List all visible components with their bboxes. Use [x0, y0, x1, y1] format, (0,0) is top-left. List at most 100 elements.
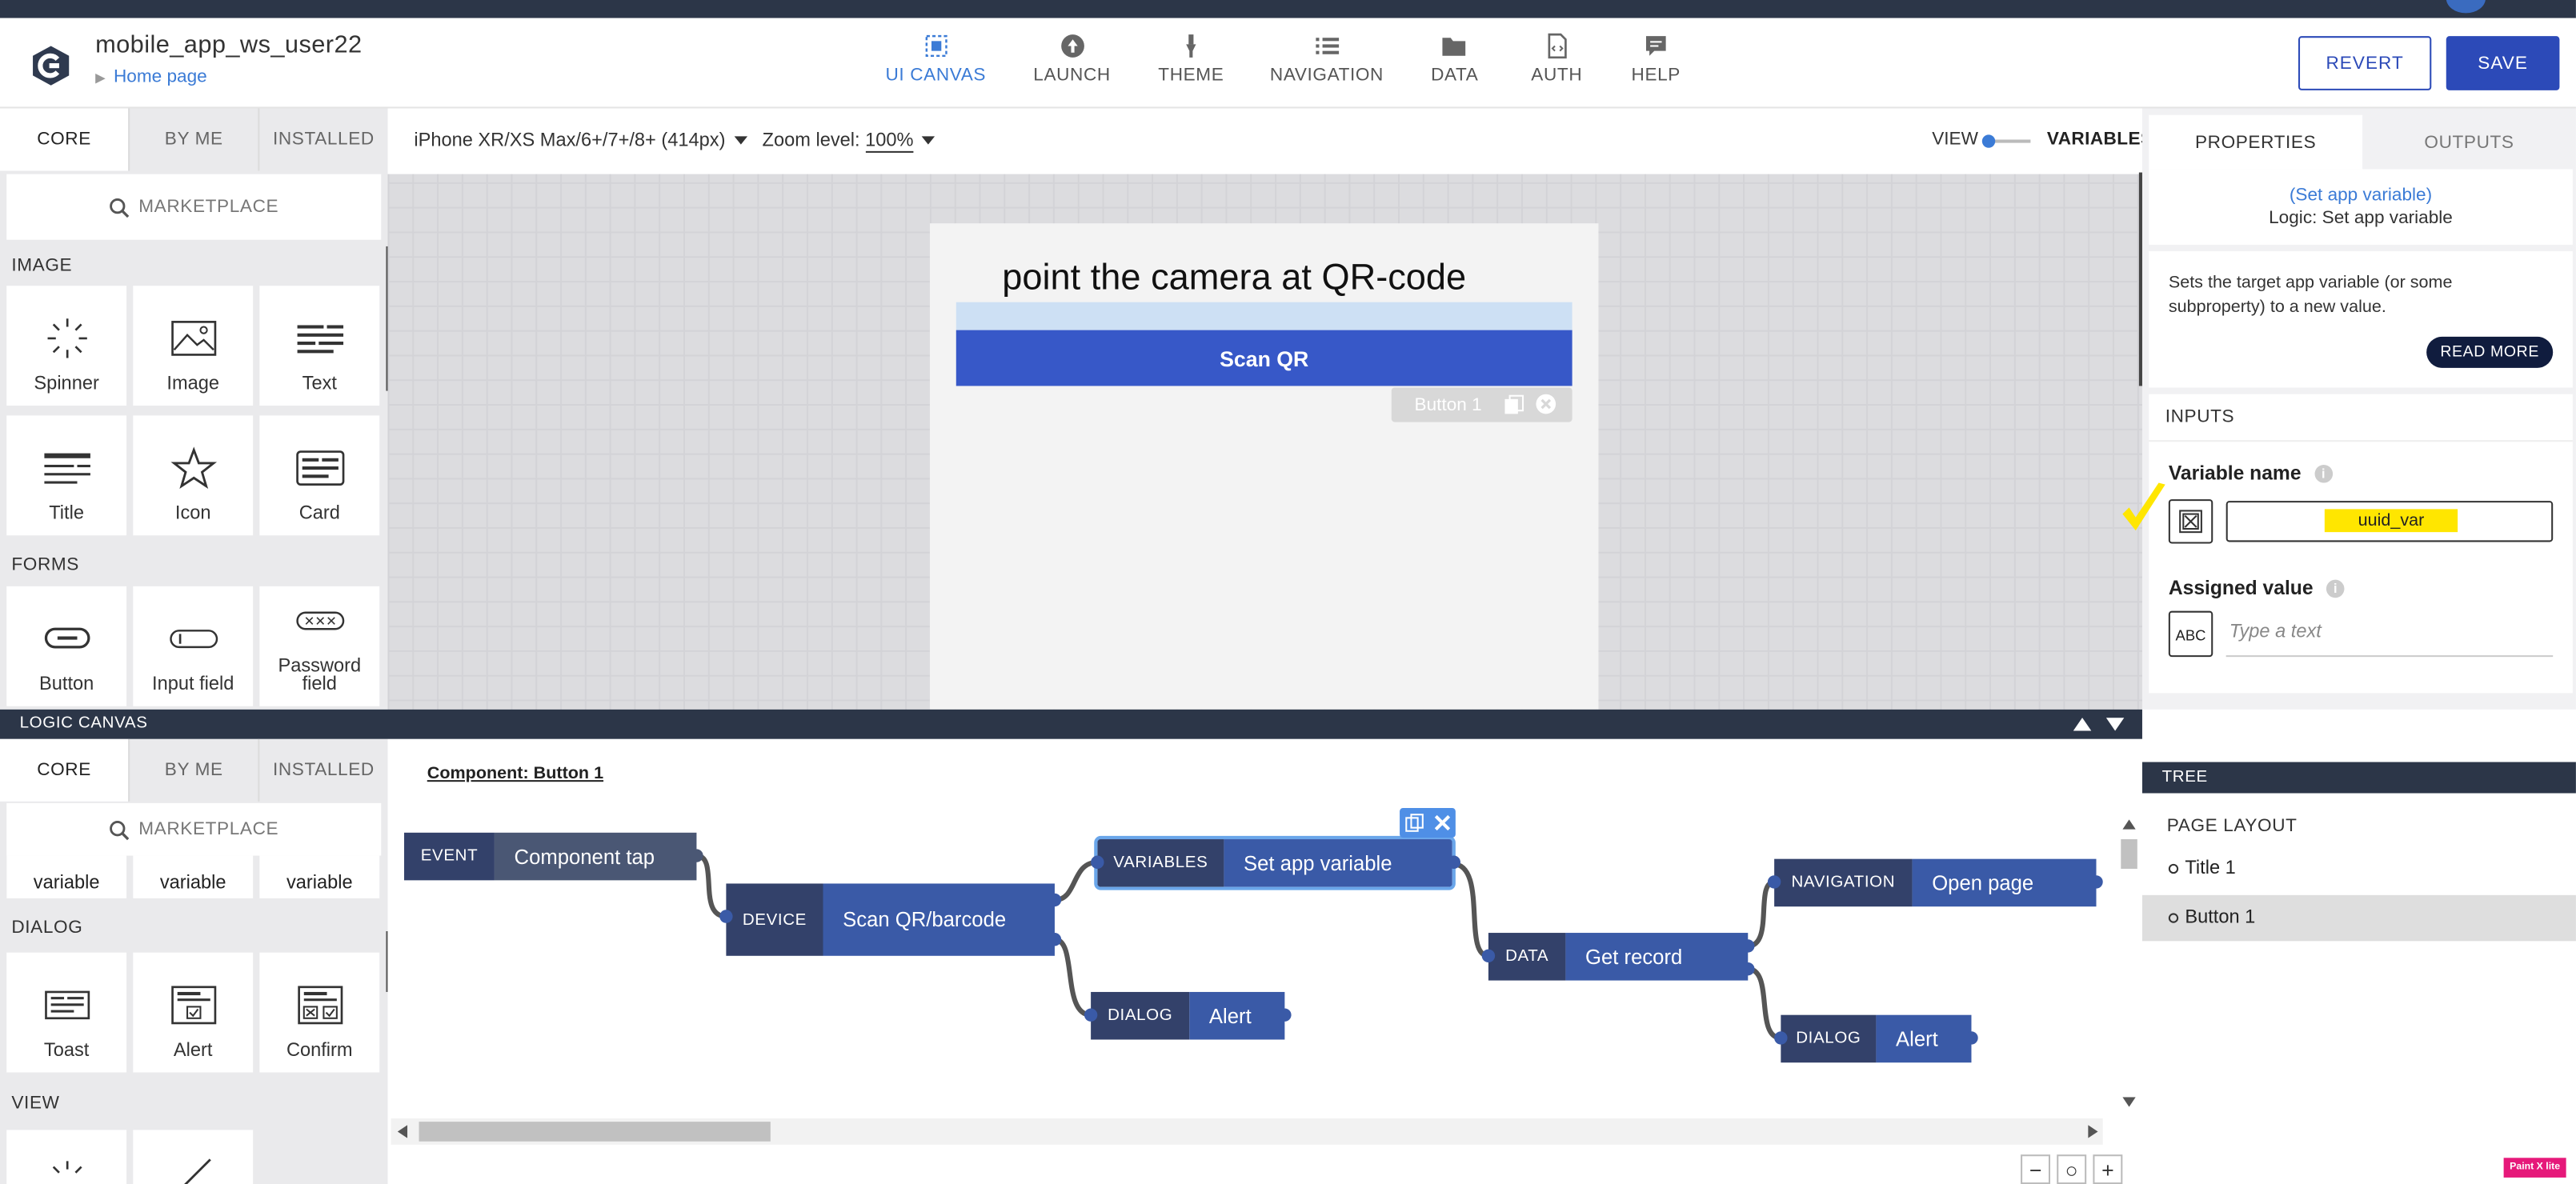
delete-icon[interactable]: [1432, 813, 1452, 833]
node-set-app-variable[interactable]: VARIABLES Set app variable: [1094, 835, 1456, 890]
input-port[interactable]: [1084, 1008, 1098, 1022]
tile-button[interactable]: Button: [6, 586, 127, 706]
variable-name-value[interactable]: uuid_var: [2324, 509, 2458, 533]
collapse-down-icon[interactable]: [2105, 718, 2125, 731]
logic-vertical-scrollbar[interactable]: [2116, 810, 2141, 1117]
tree-header-space: [2141, 709, 2576, 762]
text-type-icon[interactable]: ABC: [2168, 610, 2213, 658]
tab-properties[interactable]: PROPERTIES: [2149, 114, 2363, 170]
output-port[interactable]: [1741, 939, 1755, 953]
node-alert-2[interactable]: DIALOG Alert: [1781, 1014, 1972, 1063]
tab-outputs[interactable]: OUTPUTS: [2362, 115, 2576, 170]
node-open-page[interactable]: NAVIGATION Open page: [1774, 858, 2097, 907]
info-icon[interactable]: i: [2326, 580, 2345, 598]
marketplace-button[interactable]: MARKETPLACE: [6, 174, 382, 240]
assigned-value-input[interactable]: Type a text: [2229, 622, 2322, 642]
tile-confirm[interactable]: Confirm: [259, 952, 380, 1073]
input-port[interactable]: [1481, 949, 1496, 962]
tile-set-data-variable[interactable]: variable: [259, 855, 380, 898]
tile-text[interactable]: Text: [259, 286, 380, 406]
node-scan-qr[interactable]: DEVICE Scan QR/barcode: [726, 883, 1055, 956]
tab-core[interactable]: CORE: [0, 738, 129, 802]
tile-alert[interactable]: Alert: [133, 952, 254, 1073]
nav-navigation[interactable]: NAVIGATION: [1270, 33, 1384, 86]
tile-icon[interactable]: Icon: [133, 415, 254, 536]
expand-up-icon[interactable]: [2073, 718, 2092, 731]
info-icon[interactable]: i: [2314, 465, 2333, 484]
marketplace-button[interactable]: MARKETPLACE: [6, 802, 382, 856]
tree-item-title-1[interactable]: Title 1: [2168, 859, 2236, 878]
tile-view-spinner[interactable]: [6, 1130, 127, 1184]
read-more-button[interactable]: READ MORE: [2426, 336, 2554, 368]
tile-spinner[interactable]: Spinner: [6, 286, 127, 406]
nav-launch[interactable]: LAUNCH: [1033, 33, 1111, 86]
view-variables-toggle[interactable]: [1981, 133, 2034, 150]
tile-card[interactable]: Card: [259, 415, 380, 536]
output-port[interactable]: [1447, 855, 1461, 869]
circle-icon: [2168, 863, 2179, 874]
zoom-reset-button[interactable]: ○: [2057, 1154, 2087, 1184]
zoom-out-button[interactable]: −: [2021, 1154, 2051, 1184]
tree-item-button-1[interactable]: Button 1: [2168, 908, 2255, 928]
nav-theme[interactable]: THEME: [1158, 33, 1224, 86]
zoom-level-select[interactable]: Zoom level: 100%: [763, 131, 935, 153]
save-button[interactable]: SAVE: [2446, 36, 2560, 90]
input-port[interactable]: [1091, 855, 1104, 869]
output-port[interactable]: [1741, 962, 1755, 976]
tab-installed[interactable]: INSTALLED: [258, 108, 387, 171]
scan-qr-button[interactable]: Scan QR: [955, 330, 1572, 386]
node-component-tap[interactable]: EVENT Component tap: [404, 832, 697, 881]
tab-installed[interactable]: INSTALLED: [258, 738, 387, 802]
tile-input-field[interactable]: Input field: [133, 586, 254, 706]
output-port[interactable]: [2089, 875, 2103, 889]
node-get-record[interactable]: DATA Get record: [1488, 933, 1749, 981]
logic-horizontal-scrollbar[interactable]: [391, 1118, 2103, 1145]
output-port[interactable]: [690, 849, 703, 862]
breadcrumb-page[interactable]: Home page: [114, 67, 207, 87]
tile-view-divider[interactable]: [133, 1130, 254, 1184]
scroll-left-icon[interactable]: [397, 1125, 408, 1138]
input-port[interactable]: [1767, 875, 1781, 889]
revert-button[interactable]: REVERT: [2298, 36, 2432, 90]
output-port[interactable]: [1048, 893, 1062, 907]
tile-password-field[interactable]: ✕✕✕ Password field: [259, 586, 380, 706]
zoom-in-button[interactable]: +: [2093, 1154, 2123, 1184]
variable-binding-button[interactable]: [2168, 499, 2213, 544]
output-port[interactable]: [1278, 1008, 1292, 1022]
input-port[interactable]: [1774, 1031, 1788, 1045]
breadcrumb[interactable]: ▶ Home page: [95, 67, 207, 87]
duplicate-icon[interactable]: [1404, 813, 1424, 833]
scroll-thumb[interactable]: [419, 1122, 771, 1142]
component-tag: Button 1: [1391, 387, 1572, 422]
copy-icon[interactable]: [1503, 394, 1524, 416]
input-port[interactable]: [719, 910, 733, 923]
watermark-badge: Paint X lite: [2503, 1158, 2566, 1178]
tab-by-me[interactable]: BY ME: [128, 738, 258, 802]
scroll-down-icon[interactable]: [2122, 1097, 2136, 1107]
node-info: (Set app variable) Logic: Set app variab…: [2149, 169, 2573, 245]
tab-by-me[interactable]: BY ME: [128, 108, 258, 171]
tile-set-page-variable[interactable]: variable: [133, 855, 254, 898]
device-select[interactable]: iPhone XR/XS Max/6+/7+/8+ (414px): [414, 131, 747, 151]
output-port[interactable]: [1965, 1031, 1978, 1045]
node-name-link[interactable]: (Set app variable): [2149, 184, 2573, 207]
nav-ui-canvas[interactable]: UI CANVAS: [886, 33, 987, 86]
scroll-up-icon[interactable]: [2122, 819, 2136, 830]
tile-set-app-variable[interactable]: variable: [6, 855, 127, 898]
scroll-thumb[interactable]: [2121, 839, 2137, 869]
tile-title[interactable]: Title: [6, 415, 127, 536]
nav-auth[interactable]: AUTH: [1531, 33, 1582, 86]
output-port[interactable]: [1048, 933, 1062, 946]
nav-data[interactable]: DATA: [1431, 33, 1478, 86]
inputs-label: INPUTS: [2165, 407, 2235, 427]
phone-title-text[interactable]: point the camera at QR-code: [1002, 256, 1466, 298]
nav-help[interactable]: HELP: [1632, 33, 1681, 86]
logic-flow[interactable]: EVENT Component tap DEVICE Scan QR/barco…: [391, 804, 2117, 1117]
tile-toast[interactable]: Toast: [6, 952, 127, 1073]
tile-image[interactable]: Image: [133, 286, 254, 406]
tab-core[interactable]: CORE: [0, 108, 129, 171]
node-alert-1[interactable]: DIALOG Alert: [1091, 991, 1285, 1040]
search-icon: [110, 197, 130, 218]
close-icon[interactable]: [1534, 393, 1557, 416]
scroll-right-icon[interactable]: [2088, 1125, 2098, 1138]
